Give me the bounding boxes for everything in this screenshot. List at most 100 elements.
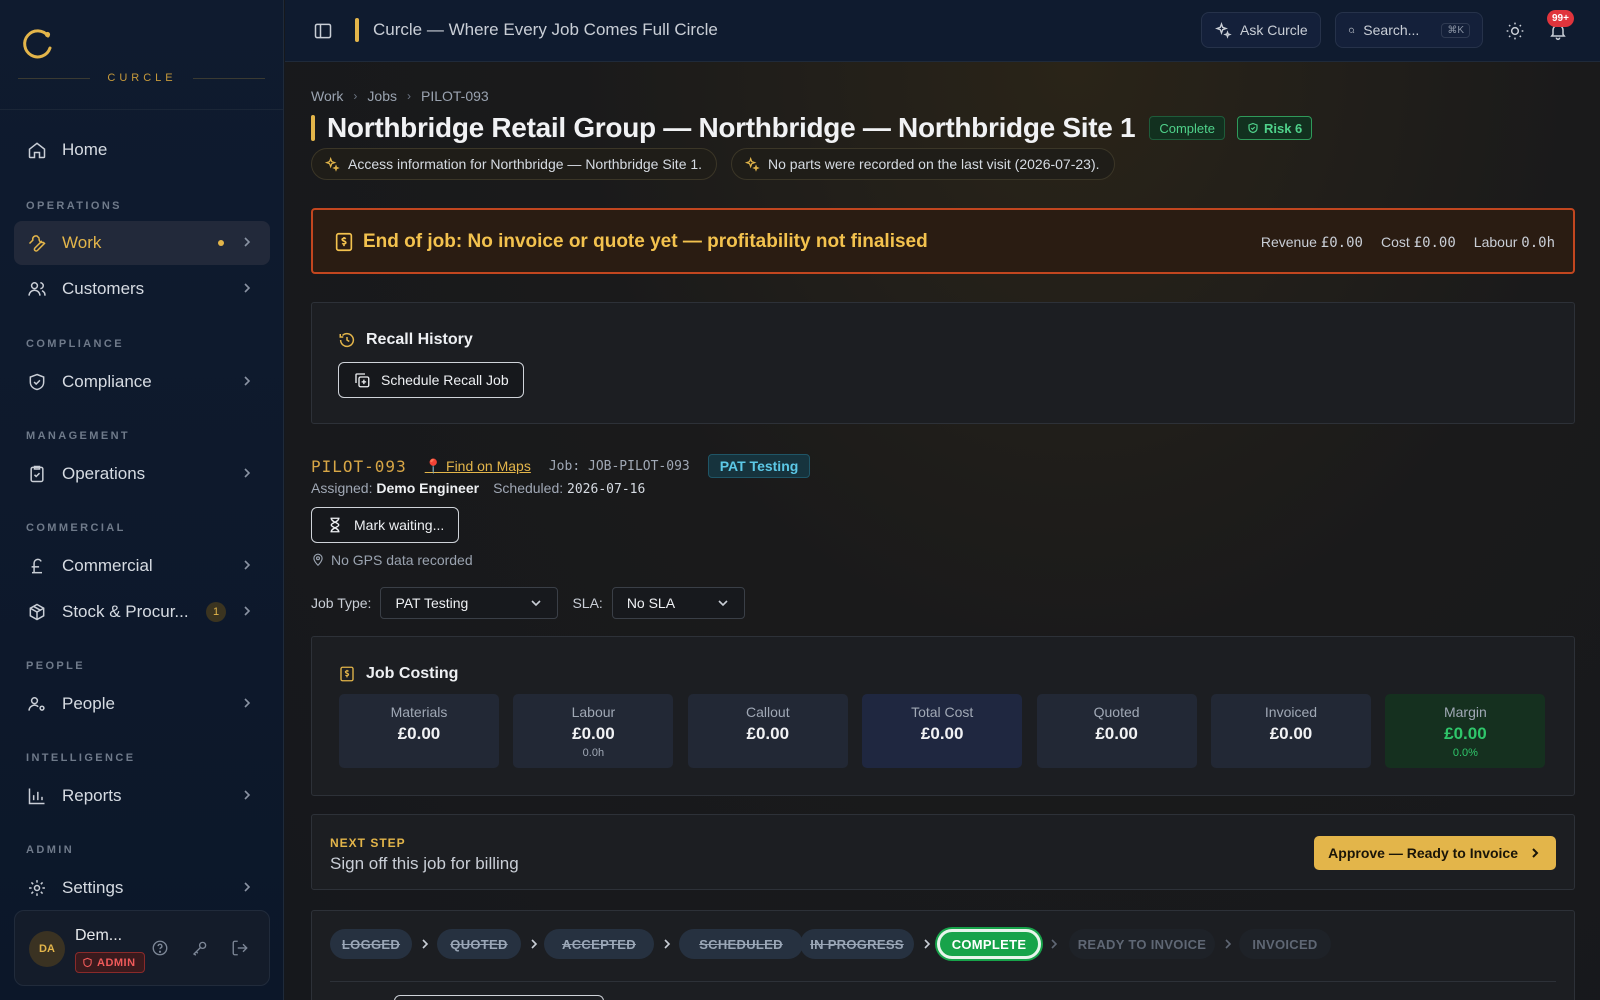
sidebar-item-operations[interactable]: Operations [14,452,270,496]
nav-section-compliance: COMPLIANCE [26,338,124,350]
stage-quoted[interactable]: QUOTED [437,929,521,959]
nav-section-management: MANAGEMENT [26,430,131,442]
cost-tile-quoted: Quoted £0.00 [1036,694,1197,768]
breadcrumb: Work › Jobs › PILOT-093 [311,88,489,104]
map-pin-icon [313,553,323,567]
help-icon[interactable] [151,939,169,957]
notification-badge: 99+ [1547,10,1574,27]
cost-tile-total-cost: Total Cost £0.00 [862,694,1023,768]
logo-divider [193,78,265,79]
job-costing-title: Job Costing [338,665,458,683]
chevron-right-icon [531,939,538,949]
breadcrumb-jobs[interactable]: Jobs [367,88,397,104]
cost-tile-value: £0.00 [920,724,964,743]
logo-area: CURCLE [0,0,283,110]
mark-waiting-button[interactable]: Mark waiting... [311,507,460,543]
sidebar-item-reports[interactable]: Reports [14,774,270,818]
cost-tile-label: Labour [571,704,616,720]
card-title-text: Job Costing [366,665,459,682]
labour-label: Labour [1473,234,1518,250]
chevron-right-icon [244,560,251,570]
next-step-text: Sign off this job for billing [330,854,519,873]
shield-check-icon [26,371,48,393]
stage-ready-to-invoice[interactable]: READY TO INVOICE [1069,929,1215,959]
page-header: Northbridge Retail Group — Northbridge —… [311,112,1313,144]
chevron-right-icon [1225,939,1232,949]
avatar[interactable]: DA [29,931,65,967]
receipt-icon [340,666,354,682]
job-type-select[interactable]: PAT Testing [380,587,559,619]
shield-icon [83,957,92,968]
chevron-right-icon [244,698,251,708]
cost-tile-margin: Margin £0.00 0.0% [1385,694,1546,768]
job-type-badge: PAT Testing [707,454,811,478]
cost-tile-label: Quoted [1093,704,1140,720]
stage-scheduled[interactable]: SCHEDULED [679,929,803,959]
cost-value: £0.00 [1413,235,1456,251]
wrench-icon [26,232,48,254]
gear-icon [26,877,48,899]
sidebar-item-label: Stock & Procur... [62,602,189,621]
title-accent [355,18,359,42]
sidebar-item-commercial[interactable]: Commercial [14,544,270,588]
divider [330,981,1556,982]
chevron-right-icon: › [407,89,411,103]
ask-curcle-button[interactable]: Ask Curcle [1201,12,1321,48]
assigned-engineer: Demo Engineer [376,480,480,496]
sla-select[interactable]: No SLA [611,587,745,619]
pound-sign-icon [26,555,48,577]
history-icon [339,332,355,348]
sidebar-item-label: Compliance [62,372,152,391]
risk-badge: Risk 6 [1236,116,1313,140]
schedule-recall-button[interactable]: Schedule Recall Job [338,362,524,398]
breadcrumb-work[interactable]: Work [311,88,343,104]
stage-accepted[interactable]: ACCEPTED [544,929,654,959]
card-title-text: Recall History [366,331,473,348]
sidebar-item-label: Settings [62,878,124,897]
sidebar-item-stock[interactable]: Stock & Procur... 1 [14,590,270,634]
approve-ready-to-invoice-button[interactable]: Approve — Ready to Invoice [1314,836,1556,870]
status-badge: Complete [1149,116,1225,140]
chevron-right-icon [244,882,251,892]
chevron-right-icon [244,468,251,478]
sidebar-item-people[interactable]: People [14,682,270,726]
alert-stats: Revenue £0.00 Cost £0.00 Labour 0.0h [1261,234,1555,251]
sidebar-item-home[interactable]: Home [14,128,270,172]
cost-tile-value: £0.00 [1095,724,1138,743]
cost-tile-callout: Callout £0.00 [687,694,848,768]
profitability-alert: End of job: No invoice or quote yet — pr… [311,208,1575,274]
find-on-maps-link[interactable]: 📍 Find on Maps [425,458,531,475]
hint-parts[interactable]: No parts were recorded on the last visit… [731,148,1115,180]
curcle-logo-icon[interactable] [20,26,56,62]
ask-curcle-label: Ask Curcle [1240,22,1308,38]
stage-logged[interactable]: LOGGED [330,929,412,959]
sidebar-toggle-icon[interactable] [313,21,333,41]
chevron-right-icon [1051,939,1058,949]
nav-section-intelligence: INTELLIGENCE [26,752,136,764]
stage-complete[interactable]: COMPLETE [937,929,1041,959]
sidebar-item-settings[interactable]: Settings [14,866,270,910]
nav-section-commercial: COMMERCIAL [26,522,126,534]
search-input[interactable]: Search... ⌘K [1335,12,1483,48]
chevron-right-icon [422,939,429,949]
sidebar-item-customers[interactable]: Customers [14,267,270,311]
hint-text: Access information for Northbridge — Nor… [348,156,703,172]
shield-check-icon [1248,122,1258,134]
stage-invoiced[interactable]: INVOICED [1239,929,1331,959]
sidebar-item-compliance[interactable]: Compliance [14,360,270,404]
stage-in-progress[interactable]: IN PROGRESS [800,929,914,959]
cost-tile-label: Materials [390,704,448,720]
role-badge: ADMIN [75,952,145,973]
chevron-down-icon [718,600,728,607]
users-icon [26,278,48,300]
logout-icon[interactable] [231,939,249,957]
cost-tile-value: £0.00 [397,724,441,743]
cost-tile-labour: Labour £0.00 0.0h [513,694,674,768]
cost-tile-value: £0.00 [746,724,790,743]
theme-toggle-icon[interactable] [1505,21,1525,41]
alert-message: End of job: No invoice or quote yet — pr… [363,231,928,252]
search-shortcut: ⌘K [1441,22,1470,38]
hint-access-info[interactable]: Access information for Northbridge — Nor… [311,148,718,180]
key-icon[interactable] [191,939,209,957]
sidebar-item-work[interactable]: Work [14,221,270,265]
